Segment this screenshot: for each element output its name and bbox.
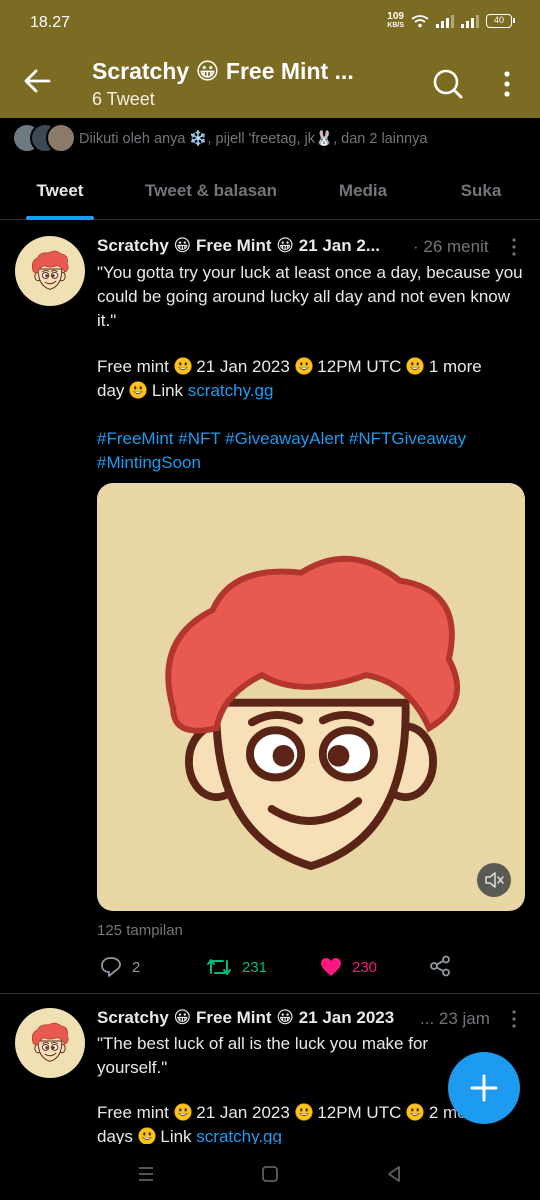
- grinning-emoji-icon: [406, 1103, 424, 1121]
- followed-by-row[interactable]: Diikuti oleh anya ❄️, pijell 'freetag, j…: [0, 118, 540, 160]
- arrow-left-icon[interactable]: [22, 66, 52, 96]
- tweet-link[interactable]: scratchy.gg: [196, 1127, 282, 1144]
- reply-button[interactable]: 2: [100, 952, 140, 982]
- system-navigation-bar: [0, 1148, 540, 1200]
- view-count: 125 tampilan: [97, 922, 183, 939]
- tweet-time: ... 23 jam: [420, 1009, 490, 1028]
- more-vertical-icon[interactable]: [511, 1010, 517, 1028]
- tweet-quote: "The best luck of all is the luck you ma…: [97, 1034, 429, 1077]
- like-count: 230: [352, 958, 378, 976]
- retweet-icon: [207, 959, 231, 975]
- tweet-divider: [0, 993, 540, 994]
- search-icon[interactable]: [432, 68, 464, 100]
- avatar[interactable]: [15, 236, 85, 306]
- tweet-hashtags[interactable]: #FreeMint #NFT #GiveawayAlert #NFTGiveaw…: [97, 427, 527, 451]
- tab-tweet[interactable]: Tweet: [16, 162, 104, 220]
- profile-tabs: Tweet Tweet & balasan Media Suka: [0, 162, 540, 220]
- tweet-media[interactable]: [97, 483, 525, 911]
- share-icon[interactable]: [429, 955, 451, 977]
- wifi-icon: [411, 15, 429, 28]
- reply-icon: [101, 957, 121, 977]
- tab-tweet-balasan[interactable]: Tweet & balasan: [130, 162, 292, 220]
- grinning-emoji-icon: [129, 381, 147, 399]
- status-time: 18.27: [30, 14, 71, 31]
- signal-icon-2: [461, 14, 479, 28]
- tweet-hashtags[interactable]: #MintingSoon: [97, 451, 527, 475]
- followed-by-text: Diikuti oleh anya ❄️, pijell 'freetag, j…: [79, 131, 428, 147]
- home-icon[interactable]: [258, 1162, 282, 1186]
- tweet-time: · 26 menit: [413, 237, 489, 256]
- signal-icon-1: [436, 14, 454, 28]
- more-vertical-icon[interactable]: [511, 238, 517, 256]
- tweet-details: Free mint 21 Jan 2023 12PM UTC 1 more da…: [97, 357, 482, 400]
- grinning-emoji-icon: [295, 357, 313, 375]
- like-button[interactable]: 230: [320, 952, 377, 982]
- tweet-actions: 2 231 230: [0, 952, 540, 982]
- heart-icon: [321, 958, 341, 976]
- active-tab-indicator: [26, 216, 94, 220]
- recents-icon[interactable]: [134, 1162, 158, 1186]
- grinning-emoji-icon: [295, 1103, 313, 1121]
- back-icon[interactable]: [382, 1162, 406, 1186]
- plus-icon: [470, 1074, 498, 1102]
- more-vertical-icon[interactable]: [498, 70, 516, 98]
- tweet-link[interactable]: scratchy.gg: [188, 381, 274, 400]
- retweet-button[interactable]: 231: [206, 952, 267, 982]
- network-speed: 109 KB/S: [387, 11, 404, 30]
- grinning-emoji-icon: [174, 1103, 192, 1121]
- tweet-author[interactable]: Scratchy 😀 Free Mint 😀 21 Jan 2...: [97, 236, 380, 256]
- follower-avatar: [46, 123, 76, 153]
- profile-header: 18.27 109 KB/S 40 Scratchy 😀 Free Mint .…: [0, 0, 540, 118]
- mute-icon[interactable]: [477, 863, 511, 897]
- retweet-count: 231: [242, 958, 268, 976]
- grinning-emoji-icon: [138, 1127, 156, 1144]
- grinning-emoji-icon: [174, 357, 192, 375]
- tweet-author[interactable]: Scratchy 😀 Free Mint 😀 21 Jan 2023: [97, 1008, 394, 1028]
- battery-icon: 40: [486, 14, 515, 28]
- status-bar: 18.27 109 KB/S 40: [0, 0, 540, 46]
- avatar[interactable]: [15, 1008, 85, 1078]
- grinning-emoji-icon: [406, 357, 424, 375]
- profile-title: Scratchy 😀 Free Mint ...: [92, 58, 354, 84]
- tab-media[interactable]: Media: [318, 162, 408, 220]
- tweet-count: 6 Tweet: [92, 89, 155, 109]
- reply-count: 2: [132, 958, 141, 976]
- tweet-quote: "You gotta try your luck at least once a…: [97, 263, 523, 330]
- tab-suka[interactable]: Suka: [438, 162, 524, 220]
- status-icons: 109 KB/S 40: [387, 11, 515, 30]
- compose-button[interactable]: [448, 1052, 520, 1124]
